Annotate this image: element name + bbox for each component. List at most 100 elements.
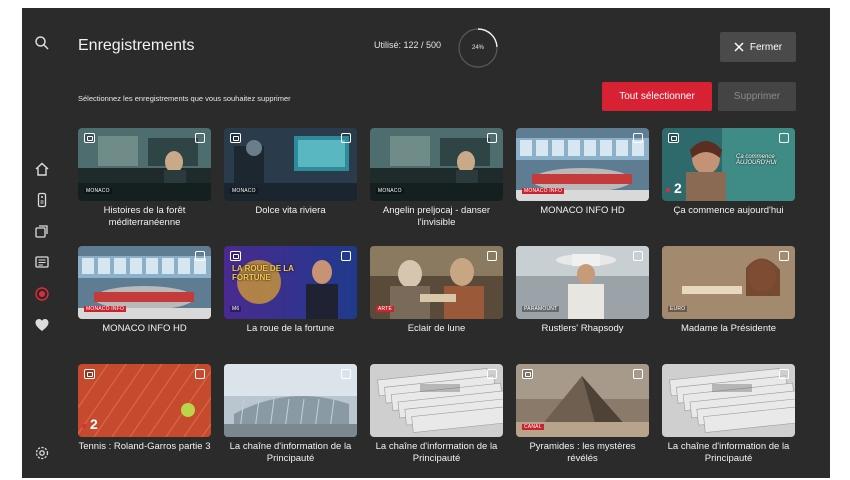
storage-usage-percent: 24% [471,45,484,51]
recording-thumbnail: MONACO [78,128,211,201]
recording-title: Dolce vita riviera [255,205,326,216]
channel-logo: ARTE [376,306,395,312]
recording-title: MONACO INFO HD [540,205,625,216]
series-recording-icon [230,251,241,261]
recording-card[interactable]: 2 Tennis : Roland-Garros partie 3 [78,364,211,466]
storage-usage-ring: 24% [457,27,499,69]
recording-card[interactable]: MONACO INFO MONACO INFO HD [516,128,649,230]
select-checkbox[interactable] [195,369,205,379]
select-checkbox[interactable] [487,369,497,379]
recording-title: Madame la Présidente [680,323,777,334]
recording-thumbnail: CANAL [516,364,649,437]
remote-icon[interactable] [33,191,51,209]
channel-logo: PARAMOUNT [522,306,560,312]
select-all-button[interactable]: Tout sélectionner [602,82,712,111]
select-checkbox[interactable] [341,369,351,379]
app-screen: Enregistrements Utilisé: 122 / 500 24% F… [22,8,830,478]
recording-title: Eclair de lune [407,323,466,334]
channel-logo: MONACO [376,188,404,194]
channel-logo: EURO [668,306,688,312]
channel-logo: MONACO [84,188,112,194]
recording-thumbnail [662,364,795,437]
recording-card[interactable]: MONACO Angelin preljocaj - danser l'invis… [370,128,503,230]
close-button-label: Fermer [749,41,783,53]
recording-card[interactable]: Ça commence AUJOURD'HUI 2 Ça commence aujo… [662,128,795,230]
recordings-grid: MONACO Histoires de la forêt méditerranée… [78,128,798,466]
recording-title: Angelin preljocaj - danser l'invisible [382,205,491,228]
channel-logo: MONACO INFO [84,306,127,312]
page-title: Enregistrements [78,37,195,54]
close-icon [734,42,744,52]
recording-thumbnail: MONACO INFO [516,128,649,201]
select-checkbox[interactable] [633,369,643,379]
library-icon[interactable] [33,222,51,240]
channel-logo: 2 [82,416,98,432]
thumbnail-overlay-text: Ça commence AUJOURD'HUI [736,154,777,166]
recording-title: La chaîne d'information de la Principaut… [667,441,790,464]
recording-card[interactable]: PARAMOUNT Rustlers' Rhapsody [516,246,649,348]
select-checkbox[interactable] [487,251,497,261]
recording-card[interactable]: MONACO Histoires de la forêt méditerranée… [78,128,211,230]
channel-logo: CANAL [522,424,544,430]
recording-thumbnail: EURO [662,246,795,319]
thumbnail-overlay-text: LA ROUE DE LA FORTUNE [232,264,294,282]
search-icon[interactable] [33,34,51,52]
select-checkbox[interactable] [779,133,789,143]
home-icon[interactable] [33,160,51,178]
record-icon[interactable] [33,285,51,303]
recording-title: Tennis : Roland-Garros partie 3 [78,441,211,452]
recording-thumbnail: 2 [78,364,211,437]
recording-thumbnail: PARAMOUNT [516,246,649,319]
recording-card[interactable]: La chaîne d'information de la Principaut… [370,364,503,466]
recording-thumbnail: MONACO INFO [78,246,211,319]
favorites-icon[interactable] [33,316,51,334]
select-checkbox[interactable] [779,369,789,379]
channel-logo: 2 [666,180,682,196]
select-checkbox[interactable] [633,251,643,261]
series-recording-icon [230,133,241,143]
recording-title: Pyramides : les mystères révélés [529,441,636,464]
recording-title: La chaîne d'information de la Principaut… [229,441,352,464]
recording-thumbnail: Ça commence AUJOURD'HUI 2 [662,128,795,201]
delete-button[interactable]: Supprimer [718,82,796,111]
select-checkbox[interactable] [195,133,205,143]
recording-card[interactable]: La chaîne d'information de la Principaut… [224,364,357,466]
recording-card[interactable]: LA ROUE DE LA FORTUNE M6 La roue de la for… [224,246,357,348]
recording-card[interactable]: ARTE Eclair de lune [370,246,503,348]
recording-thumbnail: LA ROUE DE LA FORTUNE M6 [224,246,357,319]
select-checkbox[interactable] [341,251,351,261]
select-checkbox[interactable] [195,251,205,261]
recording-thumbnail: MONACO [370,128,503,201]
recording-title: Ça commence aujourd'hui [673,205,784,216]
storage-usage-label: Utilisé: 122 / 500 [374,40,442,50]
recording-title: La chaîne d'information de la Principaut… [375,441,498,464]
recording-title: La roue de la fortune [246,323,335,334]
selection-instruction: Sélectionnez les enregistrements que vou… [78,94,291,103]
series-recording-icon [668,133,679,143]
select-checkbox[interactable] [341,133,351,143]
recording-card[interactable]: CANAL Pyramides : les mystères révélés [516,364,649,466]
sidebar [22,8,62,478]
recording-card[interactable]: La chaîne d'information de la Principaut… [662,364,795,466]
recording-thumbnail: MONACO [224,128,357,201]
recording-card[interactable]: MONACO Dolce vita riviera [224,128,357,230]
close-button[interactable]: Fermer [720,32,796,62]
channel-logo: MONACO INFO [522,188,565,194]
recording-card[interactable]: EURO Madame la Présidente [662,246,795,348]
recording-title: Rustlers' Rhapsody [541,323,624,334]
recording-thumbnail [370,364,503,437]
channel-logo: MONACO [230,188,258,194]
recording-title: MONACO INFO HD [102,323,187,334]
channel-logo: M6 [230,306,242,312]
series-recording-icon [84,369,95,379]
guide-icon[interactable] [33,253,51,271]
select-checkbox[interactable] [633,133,643,143]
recording-card[interactable]: MONACO INFO MONACO INFO HD [78,246,211,348]
select-checkbox[interactable] [779,251,789,261]
recording-thumbnail: ARTE [370,246,503,319]
settings-icon[interactable] [33,444,51,462]
select-checkbox[interactable] [487,133,497,143]
series-recording-icon [84,133,95,143]
series-recording-icon [522,369,533,379]
recording-thumbnail [224,364,357,437]
